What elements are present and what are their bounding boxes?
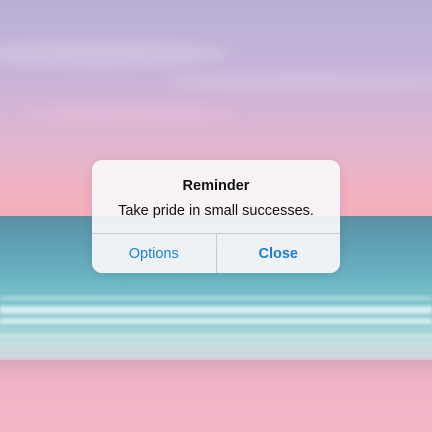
wave: [0, 318, 432, 324]
cloud: [160, 70, 432, 92]
wave: [0, 306, 432, 314]
cloud: [20, 105, 240, 123]
close-button[interactable]: Close: [217, 234, 341, 273]
wave: [0, 296, 432, 300]
alert-button-row: Options Close: [92, 234, 340, 273]
alert-message: Take pride in small successes.: [118, 203, 314, 219]
reminder-alert: Reminder Take pride in small successes. …: [92, 160, 340, 273]
cloud: [0, 40, 230, 68]
beach-background: Reminder Take pride in small successes. …: [0, 0, 432, 432]
wave: [0, 334, 432, 337]
options-button[interactable]: Options: [92, 234, 216, 273]
sand: [0, 360, 432, 432]
alert-title: Reminder: [182, 178, 250, 194]
